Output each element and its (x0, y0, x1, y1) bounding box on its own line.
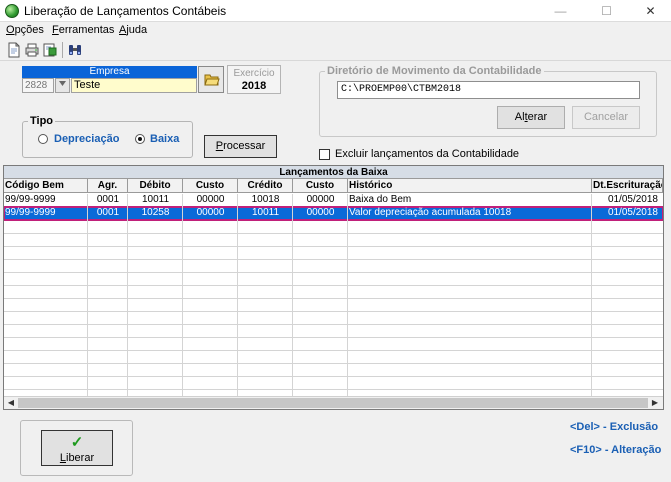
grid-line (4, 389, 663, 390)
processar-button[interactable]: Processar (204, 135, 277, 158)
table-cell: 00000 (196, 207, 225, 218)
menu-ajuda[interactable]: Ajuda (119, 24, 147, 36)
table-cell: 01/05/2018 (607, 194, 658, 205)
table-cell: 0001 (96, 194, 120, 205)
table-cell: 0001 (96, 207, 120, 218)
grid-line (182, 194, 183, 396)
grid-line (4, 298, 663, 299)
grid-line (127, 194, 128, 396)
table-cell: 01/05/2018 (607, 207, 658, 218)
grid-line (4, 259, 663, 260)
menu-ferramentas[interactable]: Ferramentas (52, 24, 114, 36)
exercicio-label: Exercício (233, 68, 275, 79)
exercicio-box: Exercício 2018 (227, 65, 281, 94)
exercicio-value: 2018 (241, 80, 267, 92)
table-row[interactable]: 99/99-9999 0001 10258 00000 10011 00000 Valor … (4, 206, 663, 221)
menu-opcoes[interactable]: Opções (6, 24, 44, 36)
scroll-left-arrow-icon[interactable]: ◀ (5, 397, 17, 409)
scroll-right-arrow-icon[interactable]: ▶ (649, 397, 661, 409)
scroll-thumb[interactable] (18, 398, 648, 408)
grid-line (87, 194, 88, 396)
table-row[interactable]: 99/99-9999 0001 10011 00000 10018 00000 Baixa … (4, 194, 663, 207)
table-cell: 00000 (306, 207, 335, 218)
hint-f10: <F10> - Alteração (570, 444, 662, 456)
binoculars-icon[interactable] (67, 42, 83, 58)
arrow-down-icon (59, 81, 66, 86)
empresa-lookup-button[interactable] (55, 78, 70, 93)
window-title: Liberação de Lançamentos Contábeis (24, 4, 227, 18)
toolbar (0, 39, 671, 61)
menu-bar: Opções Ferramentas Ajuda (0, 22, 671, 39)
table-cell: 10011 (141, 194, 170, 205)
grid-line (4, 324, 663, 325)
new-document-icon[interactable] (6, 42, 22, 58)
title-bar: Liberação de Lançamentos Contábeis — ☐ ✕ (0, 0, 671, 22)
table-cell: 10258 (141, 207, 170, 218)
hint-delete: <Del> - Exclusão (570, 421, 659, 433)
lancamentos-grid[interactable]: Lançamentos da Baixa Código Bem Agr. Débit… (3, 165, 664, 410)
table-cell: 00000 (196, 194, 225, 205)
column-header[interactable]: Débito (128, 179, 183, 193)
column-header[interactable]: Código Bem (4, 179, 88, 193)
table-cell: 99/99-9999 (5, 207, 56, 218)
open-folder-button[interactable] (198, 66, 224, 93)
print-preview-icon[interactable] (24, 42, 40, 58)
open-folder-icon (204, 74, 220, 86)
column-header[interactable]: Crédito (238, 179, 293, 193)
column-header[interactable]: Agr. (88, 179, 128, 193)
horizontal-scrollbar[interactable]: ◀ ▶ (4, 396, 663, 409)
grid-line (4, 376, 663, 377)
grid-line (591, 194, 592, 396)
cancelar-button[interactable]: Cancelar (572, 106, 640, 129)
grid-line (4, 337, 663, 338)
grid-line (4, 246, 663, 247)
column-header[interactable]: Custo (293, 179, 348, 193)
export-icon[interactable] (42, 42, 58, 58)
empresa-name-field[interactable]: Teste (71, 78, 197, 93)
app-icon (5, 4, 19, 18)
toolbar-separator (62, 42, 63, 58)
table-cell: 99/99-9999 (5, 194, 56, 205)
grid-title: Lançamentos da Baixa (4, 166, 663, 179)
grid-line (237, 194, 238, 396)
grid-line (4, 220, 663, 221)
grid-line (4, 363, 663, 364)
table-cell: Valor depreciação acumulada 10018 (349, 207, 512, 218)
excluir-checkbox[interactable] (319, 149, 330, 160)
diretorio-label: Diretório de Movimento da Contabilidade (325, 65, 544, 77)
radio-depreciacao[interactable] (38, 134, 48, 144)
close-button[interactable]: ✕ (628, 0, 671, 22)
maximize-button[interactable]: ☐ (584, 0, 629, 22)
grid-header: Código Bem Agr. Débito Custo Crédito Custo His… (4, 179, 663, 193)
grid-line (4, 311, 663, 312)
liberar-label: Liberar (59, 452, 95, 464)
diretorio-path-input[interactable]: C:\PROEMP00\CTBM2018 (337, 81, 640, 99)
checkmark-icon: ✓ (70, 434, 84, 451)
column-header[interactable]: Dt.Escrituração (592, 179, 663, 193)
table-cell: Baixa do Bem (349, 194, 412, 205)
excluir-label[interactable]: Excluir lançamentos da Contabilidade (335, 148, 519, 160)
grid-line (4, 233, 663, 234)
tipo-label: Tipo (28, 115, 56, 127)
minimize-button[interactable]: — (538, 0, 583, 22)
table-cell: 10018 (251, 194, 280, 205)
grid-line (4, 350, 663, 351)
column-header[interactable]: Custo (183, 179, 238, 193)
alterar-button[interactable]: Alterar (497, 106, 565, 129)
grid-line (4, 285, 663, 286)
radio-baixa-label[interactable]: Baixa (150, 133, 179, 145)
grid-line (347, 194, 348, 396)
column-header[interactable]: Histórico (348, 179, 592, 193)
table-cell: 10011 (251, 207, 280, 218)
empresa-header: Empresa (22, 66, 197, 78)
table-cell: 00000 (306, 194, 335, 205)
grid-line (4, 272, 663, 273)
grid-rows: 99/99-9999 0001 10011 00000 10018 00000 Baixa … (4, 194, 663, 396)
grid-line (292, 194, 293, 396)
empresa-code-field[interactable]: 2828 (22, 78, 54, 93)
radio-depreciacao-label[interactable]: Depreciação (54, 133, 119, 145)
liberar-button[interactable]: ✓ Liberar (41, 430, 113, 466)
radio-baixa[interactable] (135, 134, 145, 144)
alterar-label: Alterar (514, 111, 548, 123)
